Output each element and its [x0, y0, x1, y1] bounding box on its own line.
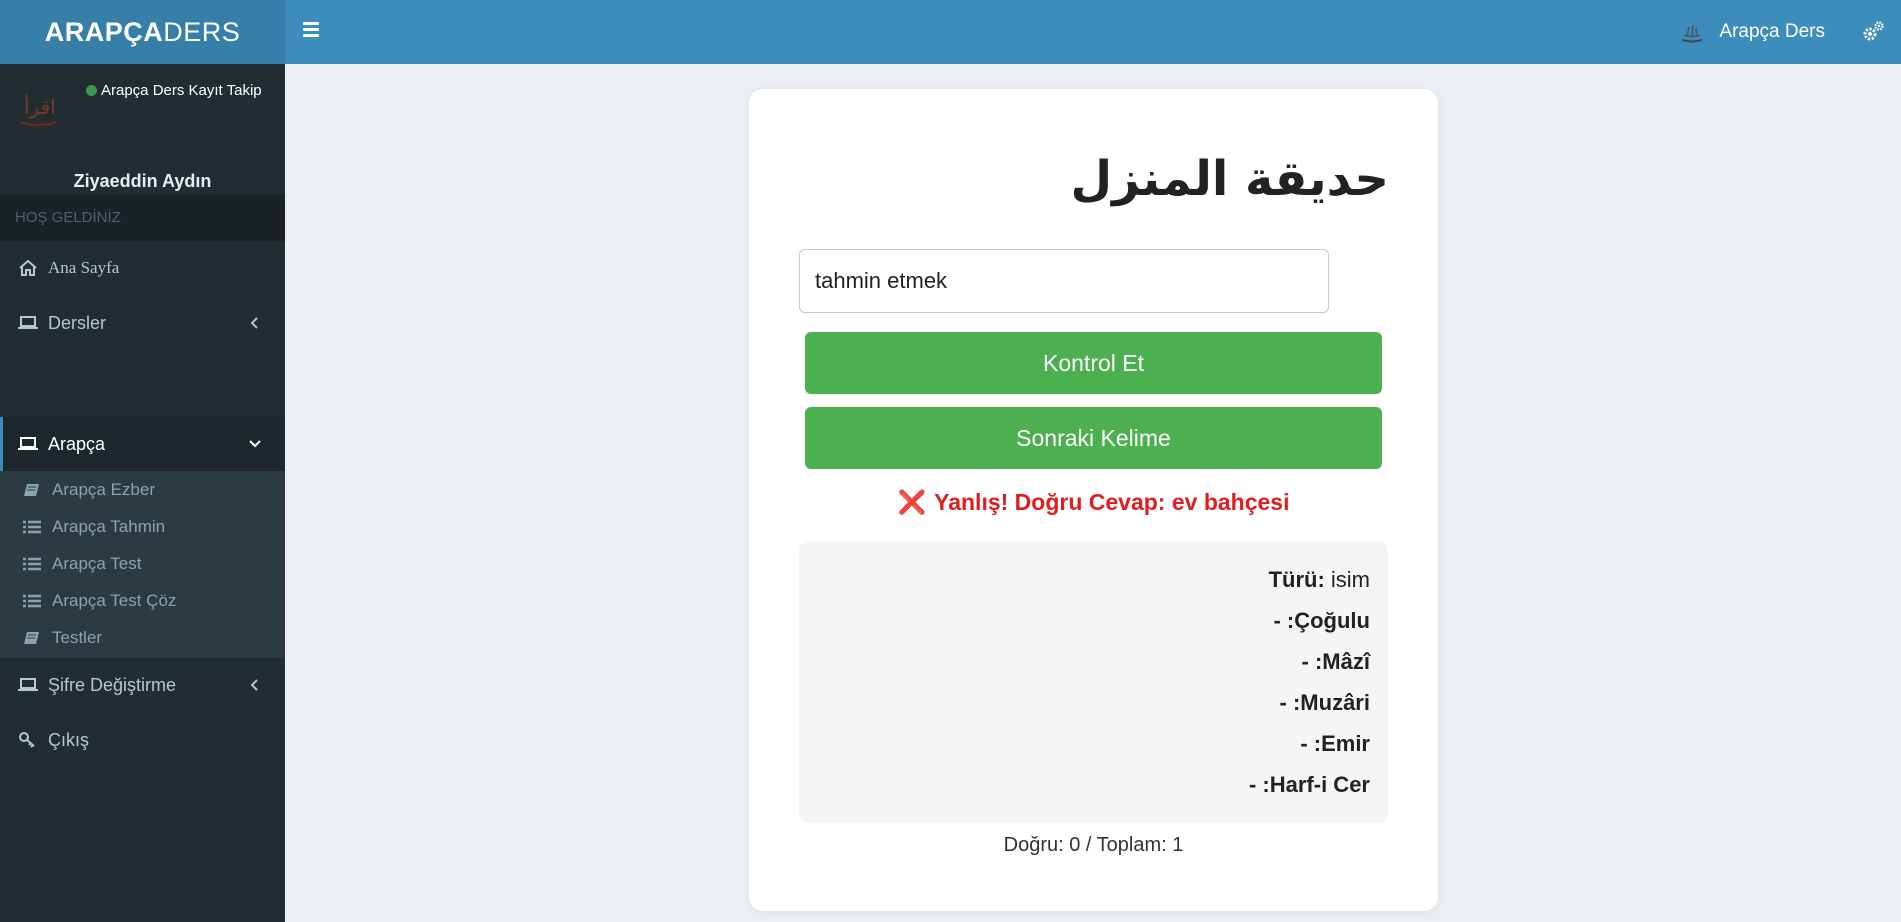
arabic-word: حديقة المنزل	[1070, 151, 1389, 207]
user-menu-label: Arapça Ders	[1719, 21, 1825, 42]
info-row-label: - :Emir	[1300, 731, 1370, 756]
laptop-icon	[18, 316, 38, 329]
status-text: Arapça Ders Kayıt Takip	[101, 82, 262, 99]
sidebar-item-arapca[interactable]: Arapça	[0, 417, 285, 471]
info-row: - :Mâzî	[817, 641, 1370, 682]
info-row-type: Türü: isim	[817, 559, 1370, 600]
user-menu[interactable]: Arapça Ders	[1679, 0, 1825, 64]
submenu-item-test[interactable]: Arapça Test	[0, 545, 285, 582]
list-icon	[23, 520, 41, 533]
top-header: ARAPÇA DERS Arapça Ders	[0, 0, 1901, 64]
user-panel: اقرأ Arapça Ders Kayıt Takip Ziyaeddin A…	[0, 64, 285, 194]
brand-logo[interactable]: ARAPÇA DERS	[0, 0, 285, 64]
chevron-left-icon	[250, 679, 258, 691]
sidebar-item-label: Şifre Değiştirme	[48, 674, 177, 695]
info-row-label: - :Mâzî	[1301, 649, 1370, 674]
sidebar-item-label: Ana Sayfa	[48, 258, 120, 277]
quiz-card: حديقة المنزل Kontrol Et Sonraki Kelime ❌…	[749, 89, 1438, 911]
cross-icon: ❌	[897, 489, 927, 515]
sidebar: اقرأ Arapça Ders Kayıt Takip Ziyaeddin A…	[0, 64, 285, 922]
submenu-item-label: Arapça Tahmin	[52, 516, 166, 536]
sidebar-item-logout[interactable]: Çıkış	[0, 713, 285, 767]
info-row-label: - :Çoğulu	[1273, 608, 1370, 633]
navbar: Arapça Ders	[285, 0, 1901, 64]
submenu-item-testler[interactable]: Testler	[0, 619, 285, 656]
sidebar-item-dersler[interactable]: Dersler	[0, 296, 285, 350]
info-type-value: isim	[1330, 567, 1370, 592]
brand-light: DERS	[163, 16, 241, 47]
svg-text:اقرأ: اقرأ	[24, 94, 56, 119]
user-name: Ziyaeddin Aydın	[73, 171, 212, 191]
answer-input[interactable]	[799, 249, 1329, 313]
info-row: - :Harf-i Cer	[817, 764, 1370, 805]
list-icon	[23, 594, 41, 607]
next-word-button[interactable]: Sonraki Kelime	[805, 407, 1382, 469]
chevron-down-icon	[249, 440, 261, 448]
user-avatar-icon	[1682, 24, 1703, 43]
book-icon	[24, 631, 39, 644]
info-row-label: - :Harf-i Cer	[1248, 772, 1370, 797]
online-status: Arapça Ders Kayıt Takip	[86, 82, 262, 99]
info-type-label: Türü:	[1268, 567, 1325, 592]
submenu-item-label: Arapça Test Çöz	[52, 590, 177, 610]
check-button[interactable]: Kontrol Et	[805, 332, 1382, 394]
info-row: - :Emir	[817, 723, 1370, 764]
info-row: - :Muzâri	[817, 682, 1370, 723]
laptop-icon	[18, 678, 38, 691]
chevron-left-icon	[250, 317, 258, 329]
submenu-item-label: Arapça Ezber	[52, 479, 155, 499]
sidebar-item-label: Arapça	[48, 433, 106, 454]
submenu-item-tahmin[interactable]: Arapça Tahmin	[0, 508, 285, 545]
laptop-icon	[18, 437, 38, 450]
word-info-box: Türü: isim - :Çoğulu - :Mâzî - :Muzâri -…	[799, 541, 1388, 823]
menu-toggle-icon[interactable]	[303, 20, 323, 44]
sidebar-item-label: Dersler	[48, 312, 107, 333]
list-icon	[23, 557, 41, 570]
submenu-item-ezber[interactable]: Arapça Ezber	[0, 471, 285, 508]
result-message: ❌ Yanlış! Doğru Cevap: ev bahçesi	[749, 489, 1438, 516]
brand-bold: ARAPÇA	[44, 16, 164, 47]
gears-icon[interactable]	[1861, 20, 1885, 44]
submenu-item-label: Testler	[52, 627, 103, 647]
info-row: - :Çoğulu	[817, 600, 1370, 641]
online-dot-icon	[86, 85, 97, 96]
result-text: Yanlış! Doğru Cevap: ev bahçesi	[934, 489, 1290, 515]
submenu-item-test-coz[interactable]: Arapça Test Çöz	[0, 582, 285, 619]
score-text: Doğru: 0 / Toplam: 1	[1003, 834, 1184, 856]
sidebar-item-label: Çıkış	[48, 729, 90, 750]
key-icon	[19, 732, 35, 748]
submenu-item-label: Arapça Test	[52, 553, 142, 573]
info-row-label: - :Muzâri	[1279, 690, 1370, 715]
user-avatar: اقرأ	[19, 94, 57, 126]
book-icon	[24, 483, 39, 496]
home-icon	[19, 260, 37, 276]
sidebar-item-home[interactable]: Ana Sayfa	[0, 241, 285, 295]
arapca-submenu: Arapça Ezber Arapça Tahmin Arapça Test A…	[0, 471, 285, 658]
sidebar-section-header: HOŞ GELDİNİZ	[0, 195, 285, 241]
sidebar-item-sifre[interactable]: Şifre Değiştirme	[0, 658, 285, 712]
